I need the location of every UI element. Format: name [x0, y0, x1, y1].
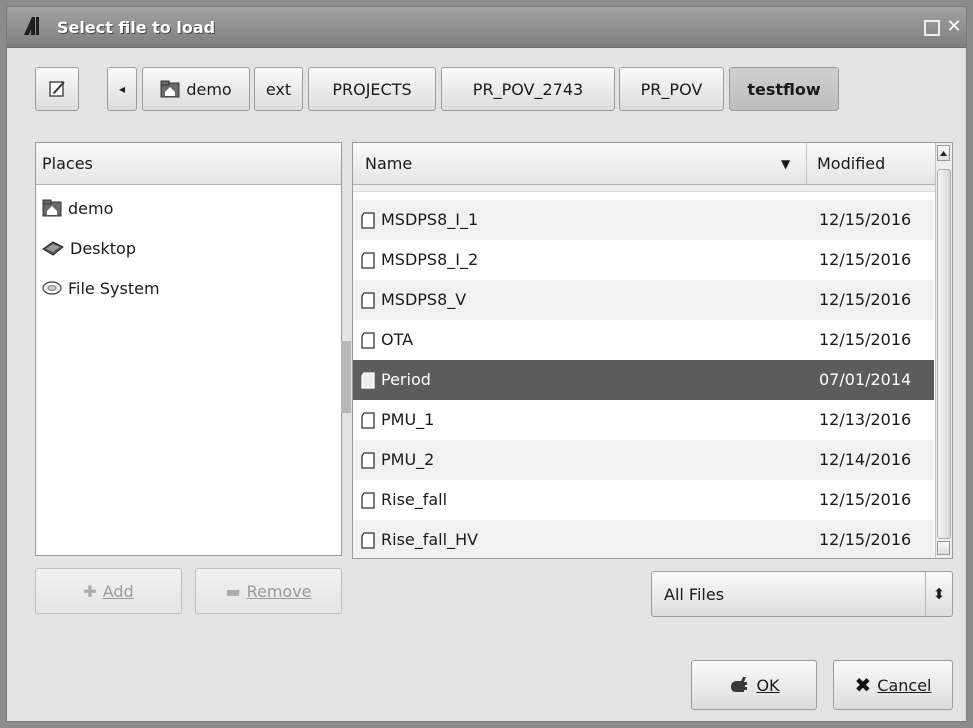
home-icon — [42, 199, 62, 217]
place-desktop[interactable]: Desktop — [42, 235, 136, 261]
close-window-button[interactable]: ✕ — [946, 18, 962, 36]
cancel-x-icon: ✖ — [854, 673, 872, 697]
column-header-modified[interactable]: Modified — [807, 143, 935, 185]
column-header-name[interactable]: Name ▼ — [353, 143, 807, 185]
home-folder-icon — [160, 80, 180, 98]
crumb-testflow[interactable]: testflow — [729, 67, 839, 111]
scroll-up-button[interactable] — [937, 145, 950, 161]
file-icon — [361, 292, 375, 309]
drive-icon — [42, 281, 62, 295]
file-icon — [361, 412, 375, 429]
desktop-icon — [42, 241, 64, 256]
file-row[interactable]: MSDPS8_V 12/15/2016 — [353, 280, 934, 320]
maximize-button[interactable] — [924, 20, 940, 36]
file-icon — [361, 252, 375, 269]
file-dialog-window: Select file to load ✕ ◂ demo ext PROJECT… — [6, 6, 967, 722]
spinner-icon: ⬍ — [925, 572, 952, 616]
scroll-down-button[interactable] — [937, 541, 950, 555]
file-icon — [361, 332, 375, 349]
file-row[interactable]: PMU_1 12/13/2016 — [353, 400, 934, 440]
edit-location-button[interactable] — [35, 67, 79, 111]
file-list-scrollbar[interactable] — [935, 143, 952, 558]
path-back-button[interactable]: ◂ — [107, 67, 137, 111]
file-icon — [361, 452, 375, 469]
file-row-selected[interactable]: Period 07/01/2014 — [353, 360, 934, 400]
file-list-panel: Name ▼ Modified MSDPS8_I_1 12/15/2016 MS… — [352, 142, 953, 559]
place-demo[interactable]: demo — [42, 195, 113, 221]
ok-hand-icon — [731, 677, 748, 692]
file-row[interactable]: Rise_fall_HV 12/15/2016 — [353, 520, 934, 558]
sort-desc-icon: ▼ — [781, 156, 791, 171]
file-row[interactable]: Rise_fall 12/15/2016 — [353, 480, 934, 520]
ok-button[interactable]: OK — [691, 660, 817, 710]
crumb-demo[interactable]: demo — [142, 67, 250, 111]
file-icon — [361, 532, 375, 549]
file-row[interactable]: MSDPS8_I_1 12/15/2016 — [353, 200, 934, 240]
remove-place-button[interactable]: ▬ Remove — [195, 568, 342, 614]
file-row[interactable]: MSDPS8_I_2 12/15/2016 — [353, 240, 934, 280]
add-place-button[interactable]: ✚ Add — [35, 568, 182, 614]
file-icon — [361, 372, 375, 389]
file-type-select[interactable]: All Files ⬍ — [651, 571, 953, 617]
crumb-projects[interactable]: PROJECTS — [308, 67, 436, 111]
window-title: Select file to load — [57, 18, 216, 37]
file-icon — [361, 212, 375, 229]
crumb-pr-pov-2743[interactable]: PR_POV_2743 — [441, 67, 615, 111]
cancel-button[interactable]: ✖ Cancel — [833, 660, 953, 710]
plus-icon: ✚ — [83, 581, 97, 601]
places-header[interactable]: Places — [36, 143, 341, 185]
places-panel: Places demo Desktop File System — [35, 142, 342, 556]
place-file-system[interactable]: File System — [42, 275, 160, 301]
crumb-ext[interactable]: ext — [254, 67, 303, 111]
file-row[interactable]: PMU_2 12/14/2016 — [353, 440, 934, 480]
left-arrow-icon: ◂ — [118, 82, 126, 96]
up-arrow-icon — [940, 151, 947, 156]
pane-splitter[interactable] — [341, 341, 351, 413]
file-icon — [361, 492, 375, 509]
pencil-edit-icon — [49, 81, 65, 97]
app-logo-icon — [24, 17, 39, 35]
partial-row — [353, 185, 935, 192]
file-row[interactable]: OTA 12/15/2016 — [353, 320, 934, 360]
crumb-pr-pov[interactable]: PR_POV — [619, 67, 724, 111]
minus-icon: ▬ — [225, 581, 241, 601]
title-bar[interactable]: Select file to load ✕ — [7, 7, 966, 48]
scroll-thumb[interactable] — [937, 169, 951, 539]
